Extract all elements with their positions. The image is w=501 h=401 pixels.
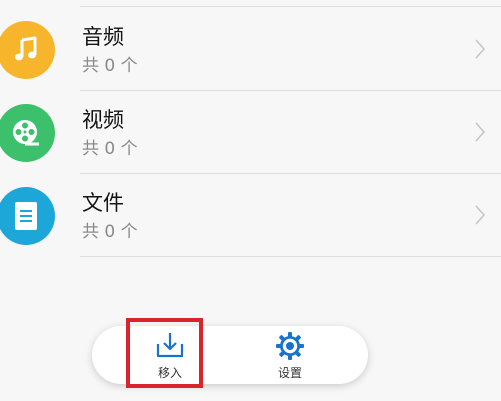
list-item-count: 共 0 个 bbox=[82, 139, 138, 159]
list-item-title: 文件 bbox=[82, 191, 124, 215]
list-item-title: 视频 bbox=[82, 108, 124, 132]
list-item-count: 共 0 个 bbox=[82, 56, 138, 76]
move-in-label: 移入 bbox=[157, 366, 182, 380]
category-list: 音频 共 0 个 视频 共 0 个 文件 共 0 个 bbox=[0, 7, 501, 257]
divider bbox=[80, 256, 501, 257]
chevron-right-icon bbox=[475, 205, 485, 225]
music-note-icon bbox=[0, 21, 55, 79]
chevron-right-icon bbox=[475, 39, 485, 59]
list-item-title: 音频 bbox=[82, 25, 124, 49]
chevron-right-icon bbox=[475, 122, 485, 142]
settings-label: 设置 bbox=[277, 366, 302, 380]
document-icon bbox=[0, 187, 55, 245]
settings-button[interactable]: 设置 bbox=[250, 326, 330, 384]
list-item-audio[interactable]: 音频 共 0 个 bbox=[0, 7, 501, 91]
list-item-file[interactable]: 文件 共 0 个 bbox=[0, 173, 501, 257]
film-reel-icon bbox=[0, 104, 55, 162]
bottom-action-bar: 移入 设置 bbox=[92, 326, 368, 384]
list-item-video[interactable]: 视频 共 0 个 bbox=[0, 90, 501, 174]
move-in-button[interactable]: 移入 bbox=[130, 326, 210, 384]
move-in-icon bbox=[156, 333, 184, 358]
gear-icon bbox=[276, 332, 304, 360]
list-item-count: 共 0 个 bbox=[82, 222, 138, 242]
